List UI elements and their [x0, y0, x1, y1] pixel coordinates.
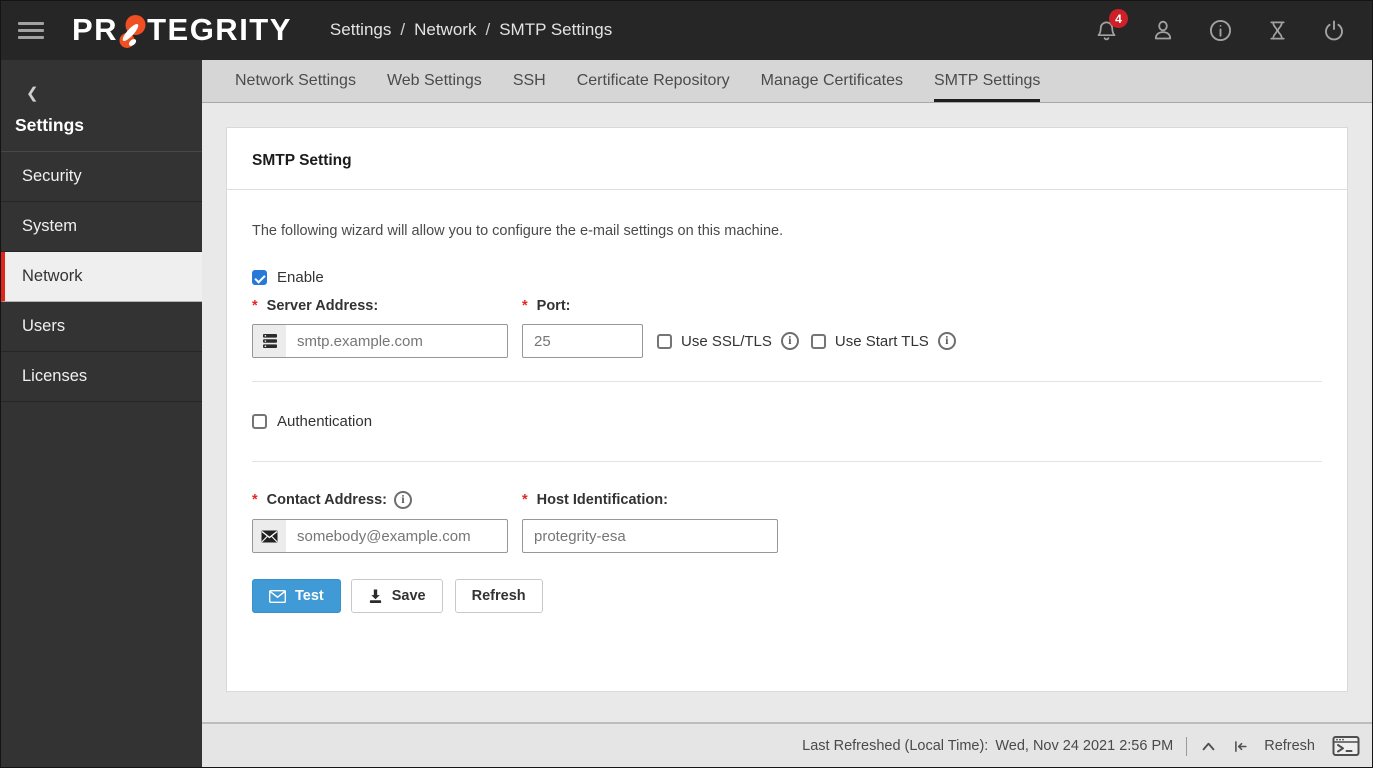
- breadcrumb-network[interactable]: Network: [414, 20, 476, 40]
- brand-footprint-icon: [119, 14, 146, 48]
- wizard-description: The following wizard will allow you to c…: [252, 223, 784, 239]
- terminal-console-icon[interactable]: [1332, 735, 1360, 757]
- authentication-checkbox[interactable]: [252, 414, 267, 429]
- refresh-button[interactable]: Refresh: [454, 579, 543, 613]
- use-ssl-label: Use SSL/TLS: [681, 332, 772, 350]
- authentication-row: Authentication: [252, 413, 1322, 430]
- actions-row: Test Save Refresh: [252, 579, 1322, 613]
- use-starttls-checkbox[interactable]: [810, 333, 826, 349]
- use-starttls-row: Use Start TLS i: [810, 332, 956, 350]
- contact-address-info-icon[interactable]: i: [393, 491, 412, 509]
- contact-address-input[interactable]: [252, 519, 508, 553]
- sidebar-item-system[interactable]: System: [0, 202, 202, 252]
- sidebar: ❮ Settings Security System Network Users…: [0, 60, 202, 768]
- server-icon: [253, 325, 286, 357]
- tab-smtp-settings[interactable]: SMTP Settings: [933, 60, 1041, 102]
- server-address-label: * Server Address:: [252, 298, 379, 314]
- collapse-left-icon[interactable]: [1231, 738, 1250, 755]
- use-starttls-label: Use Start TLS: [834, 332, 929, 350]
- port-label: * Port:: [522, 298, 571, 314]
- collapse-up-icon[interactable]: [1200, 738, 1217, 755]
- breadcrumb-separator: /: [400, 20, 406, 39]
- sidebar-item-users[interactable]: Users: [0, 302, 202, 352]
- status-footer: Last Refreshed (Local Time): Wed, Nov 24…: [202, 722, 1373, 768]
- last-refreshed-value: Wed, Nov 24 2021 2:56 PM: [995, 738, 1174, 754]
- test-envelope-icon: [269, 589, 286, 603]
- server-address-group: [252, 324, 508, 358]
- brand-logo-text-pre: PR: [72, 12, 119, 47]
- session-hourglass-icon[interactable]: [1264, 17, 1290, 43]
- smtp-setting-card: SMTP Setting The following wizard will a…: [226, 127, 1348, 692]
- required-asterisk: *: [522, 298, 528, 314]
- tab-manage-certificates[interactable]: Manage Certificates: [761, 60, 903, 102]
- breadcrumb-smtp-settings[interactable]: SMTP Settings: [499, 20, 612, 40]
- section-divider: [252, 461, 1322, 462]
- header-actions: 4: [1093, 9, 1357, 43]
- tab-web-settings[interactable]: Web Settings: [387, 60, 482, 102]
- content-area: SMTP Setting The following wizard will a…: [202, 103, 1373, 722]
- enable-row: Enable: [252, 269, 1322, 286]
- envelope-icon: [253, 520, 286, 552]
- host-identification-label: * Host Identification:: [522, 492, 668, 508]
- sidebar-title: Settings: [15, 115, 85, 135]
- footer-refresh-link[interactable]: Refresh: [1264, 738, 1315, 754]
- use-ssl-row: Use SSL/TLS i: [657, 332, 799, 350]
- power-logout-icon[interactable]: [1321, 17, 1347, 43]
- section-divider: [252, 381, 1322, 382]
- save-button[interactable]: Save: [350, 579, 443, 613]
- settings-tabbar: Network Settings Web Settings SSH Certif…: [202, 60, 1373, 103]
- required-asterisk: *: [252, 492, 258, 508]
- last-refreshed-label: Last Refreshed (Local Time):: [802, 738, 989, 754]
- tab-network-settings[interactable]: Network Settings: [235, 60, 356, 102]
- sidebar-header: ❮ Settings: [0, 60, 202, 152]
- contact-address-group: [252, 519, 508, 553]
- required-asterisk: *: [252, 298, 258, 314]
- footer-divider: [1186, 736, 1188, 756]
- sidebar-item-licenses[interactable]: Licenses: [0, 352, 202, 402]
- save-download-icon: [368, 588, 383, 604]
- server-address-input[interactable]: [252, 324, 508, 358]
- use-ssl-checkbox[interactable]: [657, 333, 672, 349]
- use-ssl-info-icon[interactable]: i: [780, 332, 799, 350]
- host-identification-input[interactable]: [522, 519, 778, 553]
- use-starttls-info-icon[interactable]: i: [937, 332, 956, 350]
- tab-certificate-repository[interactable]: Certificate Repository: [577, 60, 730, 102]
- brand-logo: PR TEGRITY: [72, 12, 292, 48]
- tab-ssh[interactable]: SSH: [513, 60, 546, 102]
- user-account-icon[interactable]: [1150, 17, 1176, 43]
- breadcrumb-separator: /: [485, 20, 491, 39]
- breadcrumb-settings[interactable]: Settings: [330, 20, 391, 40]
- sidebar-collapse-icon[interactable]: ❮: [26, 84, 39, 102]
- card-title: SMTP Setting: [252, 152, 352, 169]
- hamburger-menu-icon[interactable]: [18, 21, 44, 39]
- enable-label: Enable: [277, 269, 324, 286]
- top-header: PR TEGRITY Settings / Network / SMTP Set…: [0, 0, 1373, 60]
- notifications-bell-icon[interactable]: 4: [1093, 9, 1128, 43]
- authentication-label: Authentication: [277, 413, 373, 430]
- port-input[interactable]: [522, 324, 643, 358]
- sidebar-item-security[interactable]: Security: [0, 152, 202, 202]
- test-button[interactable]: Test: [252, 579, 341, 613]
- protegrity-esa-window: PR TEGRITY Settings / Network / SMTP Set…: [0, 0, 1373, 768]
- required-asterisk: *: [522, 492, 528, 508]
- info-icon[interactable]: [1207, 17, 1233, 43]
- host-identification-group: [522, 519, 778, 553]
- notification-badge: 4: [1109, 9, 1128, 28]
- sidebar-item-network[interactable]: Network: [0, 252, 202, 302]
- contact-address-label: * Contact Address: i: [252, 491, 522, 509]
- breadcrumb: Settings / Network / SMTP Settings: [330, 20, 612, 40]
- enable-checkbox[interactable]: [252, 270, 267, 285]
- card-header: SMTP Setting: [227, 128, 1347, 190]
- brand-logo-text-post: TEGRITY: [147, 12, 292, 47]
